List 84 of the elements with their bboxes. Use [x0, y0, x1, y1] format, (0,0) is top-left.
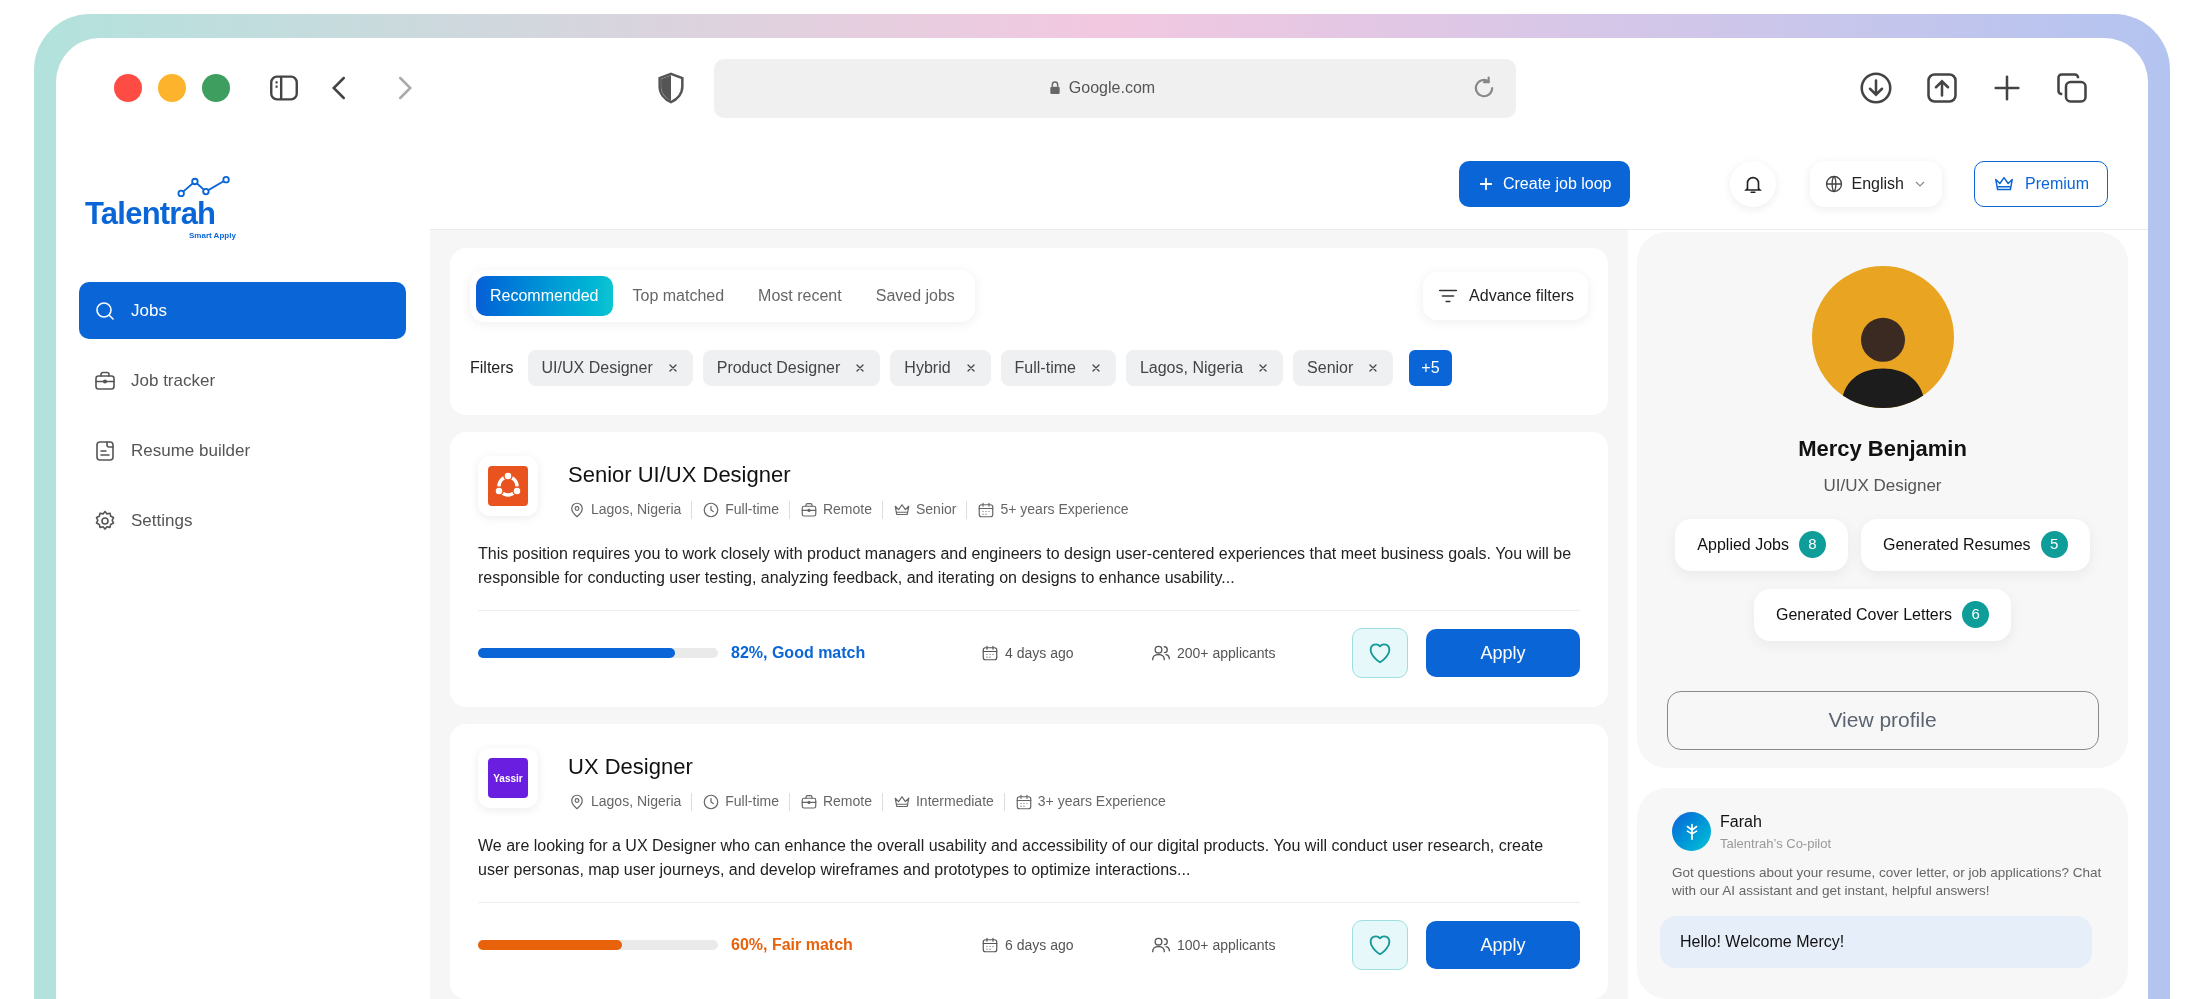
- clock-icon: [702, 792, 721, 811]
- apply-button[interactable]: Apply: [1426, 629, 1580, 677]
- job-detail: Full-time: [725, 500, 779, 519]
- more-filters-button[interactable]: +5: [1409, 350, 1452, 386]
- tab[interactable]: Most recent: [744, 276, 856, 316]
- location-pin-icon: [568, 500, 586, 519]
- job-detail: Remote: [822, 500, 872, 519]
- create-job-loop-button[interactable]: Create job loop: [1459, 160, 1630, 207]
- logo-wordmark: Talentrah: [85, 198, 216, 230]
- posted-date: 6 days ago: [1005, 935, 1074, 955]
- language-selector[interactable]: English: [1809, 160, 1942, 207]
- settings-icon: [93, 508, 117, 533]
- calendar-icon: [977, 500, 996, 519]
- job-description: We are looking for a UX Designer who can enhance the overall usability and accessibility of our digital products. You will conduct user research, create user personas, map user journeys, and develop wireframes and prototypes to optimize interactions...: [478, 836, 1545, 880]
- save-job-button[interactable]: [1352, 920, 1408, 970]
- match-score: 60%, Fair match: [731, 935, 854, 955]
- stat-label: Generated Resumes: [1883, 534, 2031, 555]
- clock-icon: [702, 500, 721, 519]
- filter-chip[interactable]: Product Designer: [702, 350, 881, 386]
- filter-chip[interactable]: Senior: [1293, 350, 1394, 386]
- users-icon: [1151, 643, 1171, 663]
- close-window-button[interactable]: [114, 74, 142, 102]
- tab[interactable]: Saved jobs: [861, 276, 969, 316]
- briefcase-icon: [799, 500, 818, 519]
- view-profile-button[interactable]: View profile: [1666, 690, 2099, 750]
- briefcase-icon: [799, 792, 818, 811]
- count-badge: 5: [2040, 531, 2068, 558]
- sidebar-nav-item[interactable]: Settings: [79, 492, 406, 549]
- job-title[interactable]: UX Designer: [568, 750, 1166, 783]
- stat-chip[interactable]: Applied Jobs 8: [1675, 518, 1848, 571]
- match-score: 82%, Good match: [731, 643, 867, 663]
- count-badge: 6: [1962, 601, 1990, 628]
- advance-filters-button[interactable]: Advance filters: [1423, 272, 1588, 320]
- job-detail: 5+ years Experience: [1000, 500, 1129, 519]
- job-detail: Full-time: [725, 792, 779, 811]
- assistant-description: Got questions about your resume, cover letter, or job applications? Chat with our AI assistant and get instant, helpful answers!: [1671, 863, 2103, 900]
- stat-chip[interactable]: Generated Resumes 5: [1861, 518, 2090, 571]
- assistant-name: Farah: [1720, 812, 1763, 832]
- job-detail: Lagos, Nigeria: [591, 792, 682, 811]
- job-title[interactable]: Senior UI/UX Designer: [568, 458, 1129, 491]
- save-job-button[interactable]: [1352, 628, 1408, 678]
- stat-chip[interactable]: Generated Cover Letters 6: [1753, 588, 2012, 641]
- job-detail: Intermediate: [916, 792, 994, 811]
- download-icon[interactable]: [1858, 70, 1894, 106]
- job-detail: Remote: [822, 792, 872, 811]
- filter-chip[interactable]: Lagos, Nigeria: [1125, 350, 1284, 386]
- tab[interactable]: Top matched: [618, 276, 739, 316]
- tabs-overview-icon[interactable]: [2054, 70, 2090, 106]
- location-pin-icon: [568, 792, 586, 811]
- profile-name: Mercy Benjamin: [1798, 435, 1967, 463]
- sidebar-nav-item[interactable]: Resume builder: [79, 422, 406, 479]
- globe-icon: [1823, 173, 1844, 194]
- calendar-icon: [981, 644, 999, 662]
- posted-date: 4 days ago: [1005, 643, 1074, 663]
- job-description: This position requires you to work closely with product managers and engineers to design user-centered experiences that meet business goals. You will be responsible for conducting user testing, analyzing feedback, and iterating on designs to enhance usability...: [478, 544, 1573, 588]
- filter-chip[interactable]: Full-time: [1000, 350, 1116, 386]
- filter-chip[interactable]: Hybrid: [890, 350, 991, 386]
- assistant-subtitle: Talentrah’s Co-pilot: [1720, 835, 1832, 853]
- stat-label: Generated Cover Letters: [1775, 604, 1953, 625]
- sidebar-nav-item[interactable]: Jobs: [79, 282, 406, 339]
- filters-label: Filters: [470, 358, 514, 378]
- apply-button[interactable]: Apply: [1426, 921, 1580, 969]
- logo-wordmark: Yassir: [488, 758, 528, 798]
- premium-button[interactable]: Premium: [1974, 160, 2108, 207]
- logo-tagline: Smart Apply: [189, 230, 236, 242]
- stat-label: Applied Jobs: [1697, 534, 1789, 555]
- job-detail: Senior: [916, 500, 957, 519]
- sidebar-nav-item[interactable]: Job tracker: [79, 352, 406, 409]
- maximize-window-button[interactable]: [202, 74, 230, 102]
- profile-role: UI/UX Designer: [1823, 475, 1942, 497]
- users-icon: [1151, 935, 1171, 955]
- url-text: Google.com: [1068, 78, 1156, 98]
- share-icon[interactable]: [1924, 70, 1960, 106]
- applicant-count: 200+ applicants: [1177, 643, 1276, 663]
- calendar-icon: [981, 936, 999, 954]
- document-icon: [93, 438, 117, 463]
- filter-chip[interactable]: UI/UX Designer: [527, 350, 693, 386]
- chat-message: Hello! Welcome Mercy!: [1660, 915, 2092, 968]
- address-bar[interactable]: Google.com: [714, 58, 1516, 118]
- calendar-icon: [1014, 792, 1033, 811]
- job-detail: 3+ years Experience: [1037, 792, 1166, 811]
- job-detail: Lagos, Nigeria: [591, 500, 682, 519]
- count-badge: 8: [1799, 531, 1826, 558]
- applicant-count: 100+ applicants: [1177, 935, 1276, 955]
